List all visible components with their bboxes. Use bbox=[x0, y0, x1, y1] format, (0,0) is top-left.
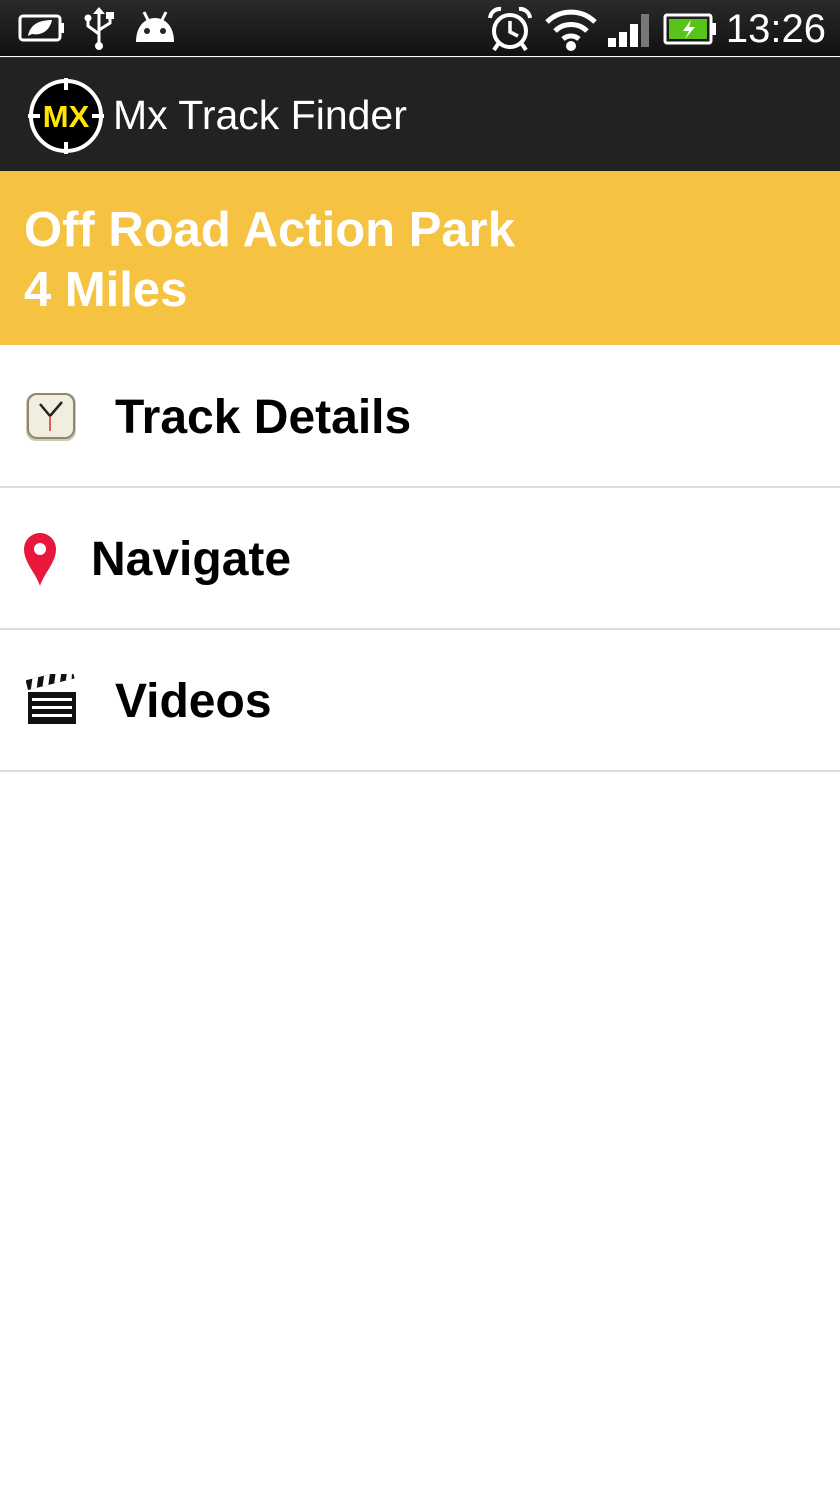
battery-charging-icon bbox=[663, 12, 719, 51]
alarm-icon bbox=[487, 6, 533, 57]
track-menu: Track Details Navigate Videos bbox=[0, 346, 840, 772]
app-title: Mx Track Finder bbox=[113, 92, 407, 138]
app-logo-text: MX bbox=[43, 99, 90, 134]
clapperboard-icon bbox=[25, 668, 78, 731]
signal-icon bbox=[606, 12, 654, 53]
action-bar: MX Mx Track Finder bbox=[0, 57, 840, 171]
status-time: 13:26 bbox=[725, 7, 826, 51]
menu-item-label: Navigate bbox=[91, 533, 292, 586]
track-header: Off Road Action Park 4 Miles bbox=[0, 171, 840, 345]
battery-saver-icon bbox=[18, 12, 66, 49]
map-pin-icon bbox=[22, 531, 58, 592]
android-icon bbox=[132, 10, 178, 49]
wifi-icon bbox=[545, 6, 597, 57]
track-distance: 4 Miles bbox=[24, 263, 188, 317]
track-name: Off Road Action Park bbox=[24, 203, 515, 257]
status-bar: 13:26 bbox=[0, 0, 840, 56]
menu-item-navigate[interactable]: Navigate bbox=[0, 488, 840, 630]
menu-item-label: Track Details bbox=[115, 391, 412, 444]
clock-icon bbox=[24, 391, 78, 448]
usb-icon bbox=[82, 6, 116, 55]
menu-item-label: Videos bbox=[115, 675, 272, 728]
app-logo-icon[interactable]: MX bbox=[27, 77, 105, 160]
menu-item-track-details[interactable]: Track Details bbox=[0, 346, 840, 488]
menu-item-videos[interactable]: Videos bbox=[0, 630, 840, 772]
